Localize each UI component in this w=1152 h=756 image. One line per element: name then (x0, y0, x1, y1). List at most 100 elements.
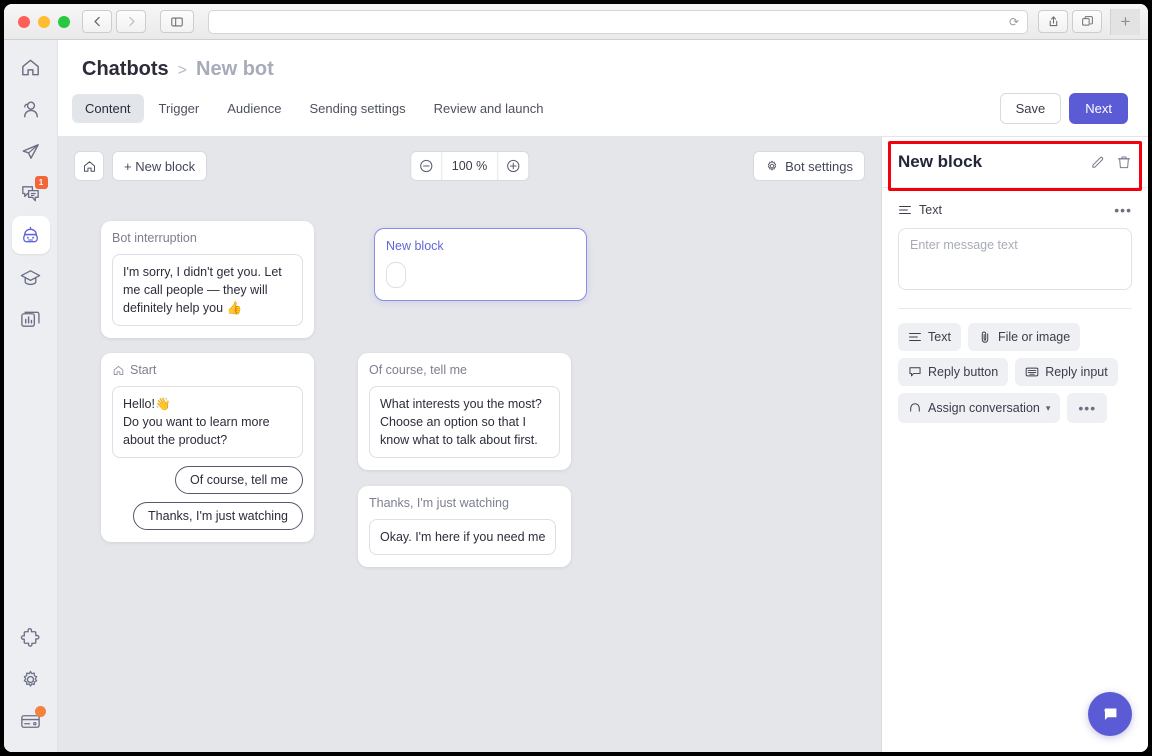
tab-audience[interactable]: Audience (214, 94, 294, 123)
back-button[interactable] (82, 10, 112, 33)
chip-label: Text (928, 330, 951, 344)
panel-body: Text ••• Enter message text Text File or… (882, 188, 1148, 423)
chevron-down-icon: ▾ (1045, 402, 1051, 413)
new-block-button[interactable]: + New block (112, 151, 208, 181)
zoom-value: 100 % (440, 152, 499, 180)
flow-node-just-watching[interactable]: Thanks, I'm just watching Okay. I'm here… (358, 486, 571, 568)
sidebar-item-academy[interactable] (12, 258, 50, 296)
node-reply-button[interactable]: Thanks, I'm just watching (133, 502, 303, 531)
left-navigation-rail: 1 (4, 40, 58, 752)
panel-header: New block (882, 137, 1148, 188)
breadcrumb-root[interactable]: Chatbots (82, 58, 169, 81)
minimize-window-button[interactable] (38, 15, 50, 28)
reload-icon[interactable]: ⟳ (1009, 15, 1019, 29)
main-column: Chatbots > New bot Content Trigger Audie… (58, 40, 1148, 752)
sidebar-item-chatbots[interactable] (11, 216, 50, 254)
chat-widget-icon (1104, 708, 1117, 720)
sidebar-item-campaigns[interactable] (12, 132, 50, 170)
message-text-input[interactable]: Enter message text (898, 228, 1132, 290)
canvas-home-button[interactable] (74, 151, 104, 181)
node-reply-row: Of course, tell me (112, 458, 303, 495)
flow-node-new-block[interactable]: New block (374, 228, 587, 301)
node-message[interactable]: I'm sorry, I didn't get you. Let me call… (112, 254, 303, 327)
breadcrumb: Chatbots > New bot (58, 58, 1148, 81)
more-elements-chip[interactable]: ••• (1067, 393, 1108, 423)
node-message[interactable]: What interests you the most? Choose an o… (369, 386, 560, 459)
tab-content[interactable]: Content (72, 94, 144, 123)
contacts-icon (24, 100, 38, 117)
tab-overview-button[interactable] (1072, 10, 1102, 33)
forward-button[interactable] (116, 10, 146, 33)
node-reply-button[interactable]: Of course, tell me (175, 466, 303, 495)
element-chip-list: Text File or image Reply button Reply in… (898, 323, 1132, 423)
bot-settings-button[interactable]: Bot settings (753, 151, 865, 181)
sidebar-item-reports[interactable] (12, 300, 50, 338)
flow-canvas[interactable]: + New block 100 % Bot settings Bot inter… (58, 137, 882, 752)
chip-label: ••• (1078, 400, 1097, 416)
chip-label: Reply button (928, 365, 999, 379)
zoom-controls: 100 % (409, 151, 530, 181)
sidebar-item-settings[interactable] (12, 660, 50, 698)
sidebar-toggle-icon (171, 17, 183, 26)
panel-divider (898, 308, 1132, 309)
chip-label: Reply input (1045, 365, 1108, 379)
chevron-right-icon (128, 16, 135, 27)
home-icon (22, 59, 39, 75)
node-message[interactable]: Okay. I'm here if you need me (369, 519, 557, 556)
add-file-or-image-chip[interactable]: File or image (967, 323, 1081, 351)
flow-node-of-course[interactable]: Of course, tell me What interests you th… (358, 353, 571, 471)
edit-block-button[interactable] (1090, 154, 1106, 170)
bot-icon (23, 226, 38, 242)
keyboard-icon (1025, 367, 1039, 377)
add-reply-button-chip[interactable]: Reply button (898, 358, 1009, 386)
sidebar-item-contacts[interactable] (12, 90, 50, 128)
sidebar-toggle-button[interactable] (160, 10, 194, 33)
add-reply-input-chip[interactable]: Reply input (1015, 358, 1118, 386)
node-title-label: Start (130, 363, 157, 377)
flow-node-start[interactable]: Start Hello!👋 Do you want to learn more … (101, 353, 314, 543)
sidebar-item-chats[interactable]: 1 (12, 174, 50, 212)
window-traffic-lights (18, 15, 70, 28)
zoom-out-button[interactable] (411, 152, 441, 180)
paper-plane-icon (22, 143, 39, 159)
tab-trigger[interactable]: Trigger (146, 94, 213, 123)
home-icon (113, 365, 124, 375)
text-block-menu-button[interactable]: ••• (1114, 202, 1132, 218)
sidebar-item-billing[interactable] (12, 702, 50, 740)
zoom-in-button[interactable] (498, 152, 528, 180)
maximize-window-button[interactable] (58, 15, 70, 28)
sidebar-item-home[interactable] (12, 48, 50, 86)
save-button[interactable]: Save (999, 93, 1062, 124)
text-lines-icon (899, 205, 911, 215)
chip-label: File or image (997, 330, 1071, 344)
share-button[interactable] (1038, 10, 1068, 33)
tab-overview-icon (1081, 16, 1093, 26)
node-empty-placeholder[interactable] (386, 262, 406, 288)
close-window-button[interactable] (18, 15, 30, 28)
breadcrumb-current: New bot (196, 58, 274, 80)
gear-icon (767, 160, 777, 171)
tabs-row: Content Trigger Audience Sending setting… (58, 81, 1148, 124)
node-message[interactable]: Hello!👋 Do you want to learn more about … (112, 386, 303, 459)
flow-node-bot-interruption[interactable]: Bot interruption I'm sorry, I didn't get… (101, 221, 314, 339)
canvas-toolbar: + New block 100 % Bot settings (74, 151, 865, 181)
bot-settings-label: Bot settings (785, 158, 853, 174)
add-text-chip[interactable]: Text (898, 323, 961, 351)
header-actions: Save Next (999, 93, 1128, 124)
zoom-in-icon (507, 159, 520, 173)
delete-block-button[interactable] (1116, 154, 1132, 170)
browser-window: ⟳ + 1 Chatbots > New bot Content Trigger… (4, 4, 1148, 752)
tab-list: Content Trigger Audience Sending setting… (72, 94, 556, 123)
text-block-label: Text (919, 203, 942, 217)
assign-conversation-chip[interactable]: Assign conversation ▾ (898, 393, 1061, 423)
new-tab-button[interactable]: + (1110, 8, 1140, 35)
tab-sending-settings[interactable]: Sending settings (296, 94, 418, 123)
chat-widget-button[interactable] (1088, 692, 1132, 736)
next-button[interactable]: Next (1069, 93, 1128, 124)
tab-review-and-launch[interactable]: Review and launch (421, 94, 557, 123)
address-bar[interactable]: ⟳ (208, 9, 1028, 34)
zoom-out-icon (419, 159, 432, 173)
sidebar-item-integrations[interactable] (12, 618, 50, 656)
home-icon (83, 160, 95, 172)
puzzle-icon (20, 627, 40, 647)
